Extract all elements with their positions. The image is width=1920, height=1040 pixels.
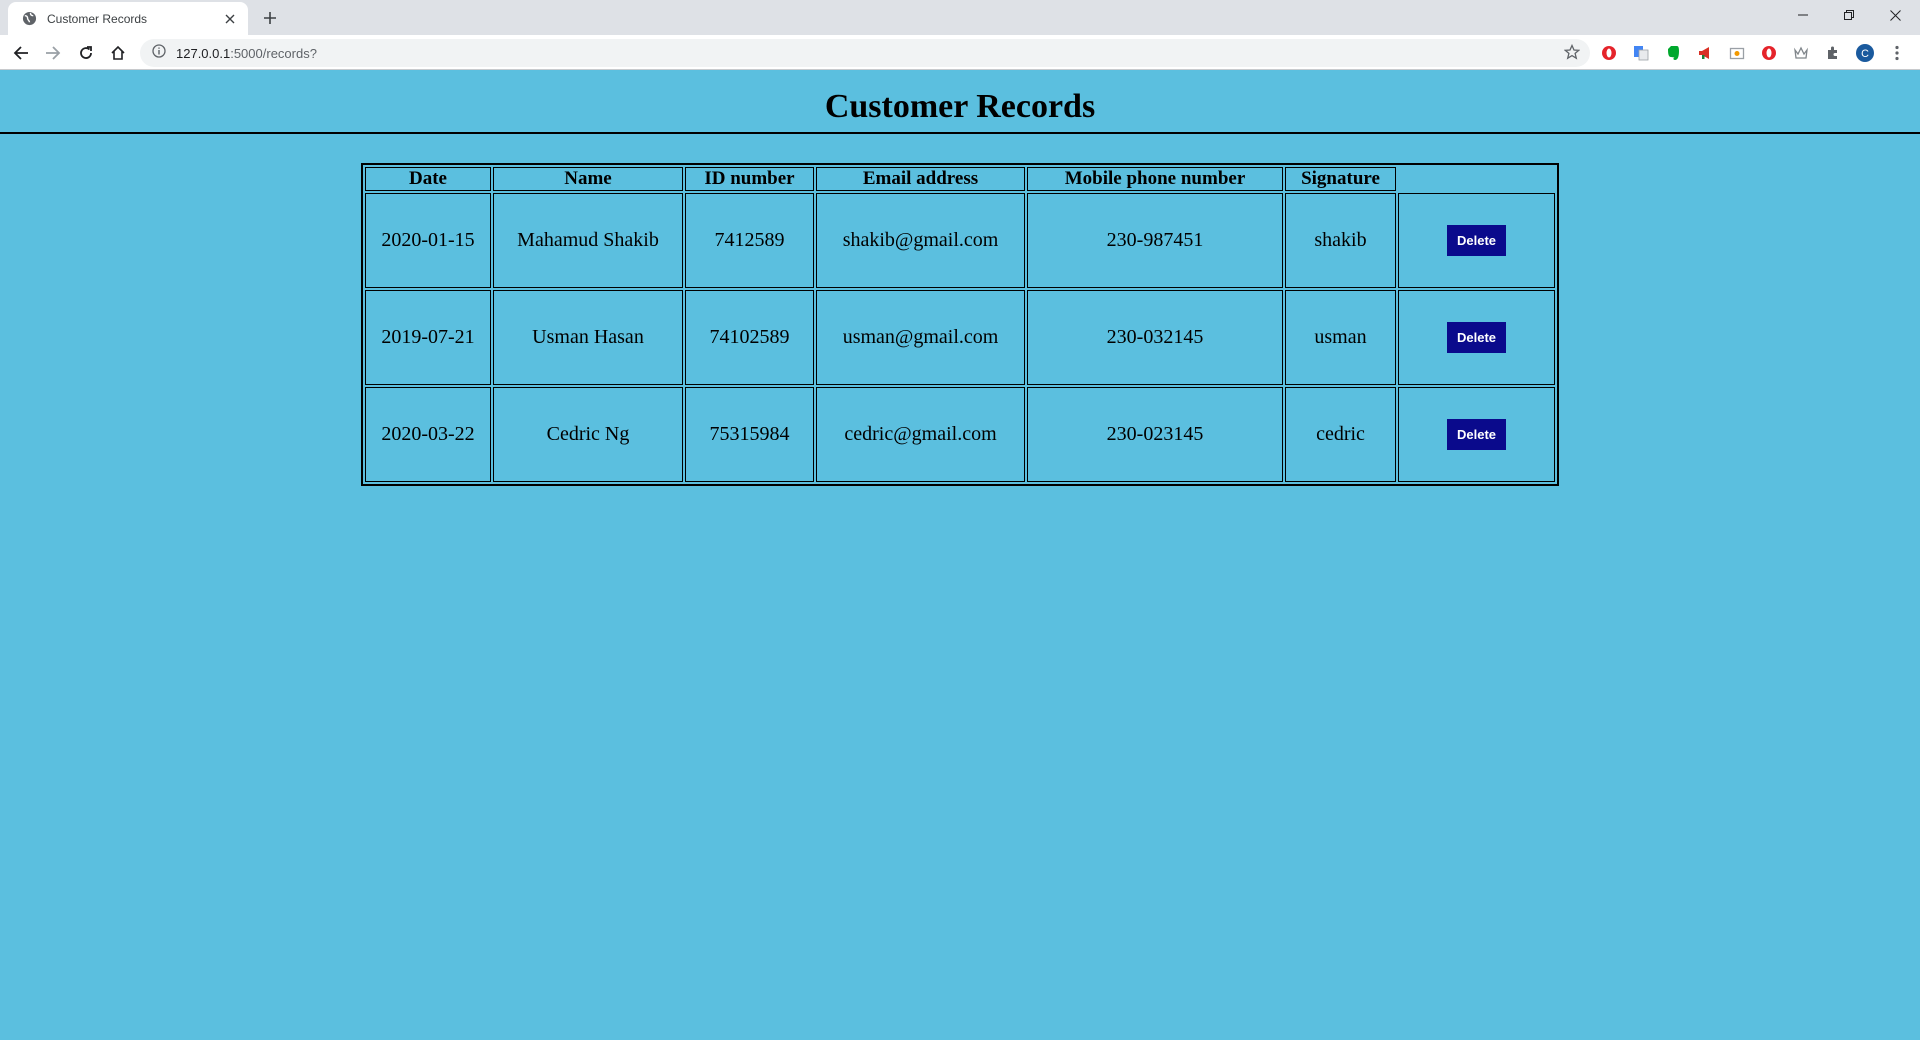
cell-id-number: 7412589 — [685, 193, 814, 288]
crown-extension-icon[interactable] — [1792, 44, 1810, 62]
back-icon[interactable] — [9, 41, 33, 65]
globe-icon — [22, 11, 37, 26]
cell-actions: Delete — [1398, 290, 1555, 385]
forward-icon[interactable] — [41, 41, 65, 65]
cell-date: 2019-07-21 — [365, 290, 491, 385]
cell-name: Mahamud Shakib — [493, 193, 683, 288]
table-row: 2019-07-21 Usman Hasan 74102589 usman@gm… — [365, 290, 1555, 385]
page-title: Customer Records — [824, 88, 1096, 125]
reload-icon[interactable] — [74, 41, 98, 65]
new-tab-icon[interactable] — [260, 8, 280, 28]
url-path: :5000/records? — [230, 45, 317, 61]
delete-button[interactable]: Delete — [1446, 419, 1507, 450]
cell-actions: Delete — [1398, 387, 1555, 482]
header-mobile: Mobile phone number — [1027, 167, 1283, 191]
delete-button[interactable]: Delete — [1446, 322, 1507, 353]
bookmark-star-icon[interactable] — [1563, 43, 1581, 65]
screenshot-extension-icon[interactable] — [1728, 44, 1746, 62]
cell-actions: Delete — [1398, 193, 1555, 288]
cell-id-number: 75315984 — [685, 387, 814, 482]
extensions-puzzle-icon[interactable] — [1824, 44, 1842, 62]
header-date: Date — [365, 167, 491, 191]
cell-mobile: 230-987451 — [1027, 193, 1283, 288]
table-row: 2020-01-15 Mahamud Shakib 7412589 shakib… — [365, 193, 1555, 288]
cell-name: Cedric Ng — [493, 387, 683, 482]
cell-mobile: 230-032145 — [1027, 290, 1283, 385]
tab-title: Customer Records — [47, 11, 148, 26]
cell-signature: usman — [1285, 290, 1396, 385]
profile-avatar-icon[interactable]: C — [1856, 44, 1874, 62]
header-actions — [1398, 167, 1555, 191]
cell-signature: cedric — [1285, 387, 1396, 482]
url-host: 127.0.0.1 — [176, 45, 231, 61]
header-signature: Signature — [1285, 167, 1396, 191]
cell-mobile: 230-023145 — [1027, 387, 1283, 482]
cell-email: usman@gmail.com — [816, 290, 1025, 385]
cell-id-number: 74102589 — [685, 290, 814, 385]
restore-icon[interactable] — [1826, 0, 1872, 30]
minimize-icon[interactable] — [1780, 0, 1826, 30]
opera-extension-icon[interactable] — [1600, 44, 1618, 62]
cell-signature: shakib — [1285, 193, 1396, 288]
browser-toolbar: 127.0.0.1:5000/records? C — [0, 35, 1920, 70]
menu-kebab-icon[interactable] — [1888, 44, 1906, 62]
page-content: Customer Records Date Name ID number Ema… — [0, 70, 1920, 1040]
cell-email: shakib@gmail.com — [816, 193, 1025, 288]
close-window-icon[interactable] — [1872, 0, 1918, 30]
translate-extension-icon[interactable] — [1632, 44, 1650, 62]
info-icon[interactable] — [152, 43, 166, 63]
browser-tabstrip: Customer Records — [0, 0, 1920, 35]
close-tab-icon[interactable] — [222, 11, 238, 27]
url-text: 127.0.0.1:5000/records? — [176, 46, 317, 61]
evernote-extension-icon[interactable] — [1664, 44, 1682, 62]
title-divider — [0, 132, 1920, 134]
cell-email: cedric@gmail.com — [816, 387, 1025, 482]
cell-date: 2020-03-22 — [365, 387, 491, 482]
cell-date: 2020-01-15 — [365, 193, 491, 288]
records-table: Date Name ID number Email address Mobile… — [361, 163, 1559, 486]
svg-text:C: C — [1861, 48, 1869, 60]
header-name: Name — [493, 167, 683, 191]
opera-extension-icon-2[interactable] — [1760, 44, 1778, 62]
address-bar[interactable]: 127.0.0.1:5000/records? — [140, 39, 1590, 67]
megaphone-extension-icon[interactable] — [1696, 44, 1714, 62]
delete-button[interactable]: Delete — [1446, 225, 1507, 256]
header-id-number: ID number — [685, 167, 814, 191]
table-header-row: Date Name ID number Email address Mobile… — [365, 167, 1555, 191]
cell-name: Usman Hasan — [493, 290, 683, 385]
header-email: Email address — [816, 167, 1025, 191]
home-icon[interactable] — [106, 41, 130, 65]
table-row: 2020-03-22 Cedric Ng 75315984 cedric@gma… — [365, 387, 1555, 482]
browser-tab[interactable]: Customer Records — [8, 2, 248, 35]
